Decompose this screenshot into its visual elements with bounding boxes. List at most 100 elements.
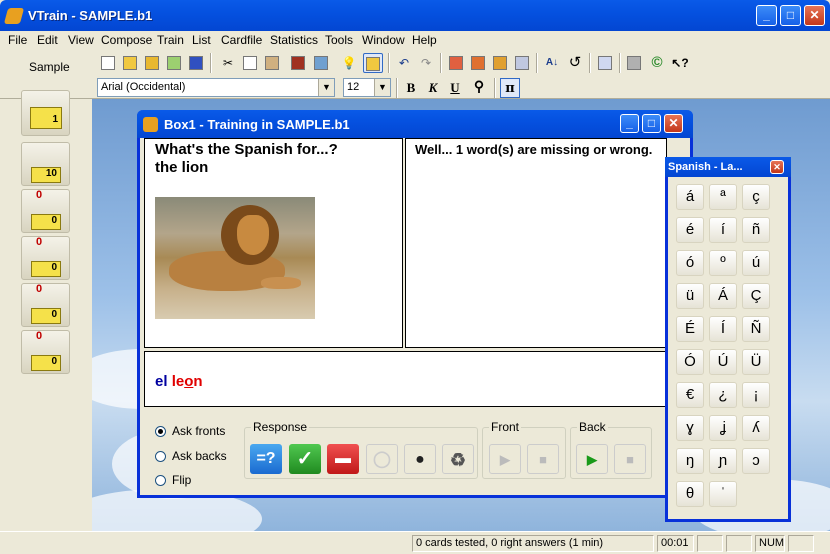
menu-statistics[interactable]: Statistics <box>270 33 318 47</box>
training-maximize-button[interactable]: □ <box>642 114 661 133</box>
menu-train[interactable]: Train <box>157 33 184 47</box>
find-card-icon[interactable] <box>490 53 510 73</box>
answer-input[interactable]: el leon <box>144 351 667 407</box>
context-help-icon[interactable]: ↖? <box>670 53 690 73</box>
char-button[interactable]: ¿ <box>709 382 737 408</box>
menu-help[interactable]: Help <box>412 33 437 47</box>
cut-icon[interactable]: ✂ <box>218 53 238 73</box>
char-button[interactable]: Ü <box>742 349 770 375</box>
menu-view[interactable]: View <box>68 33 94 47</box>
menu-cardfile[interactable]: Cardfile <box>221 33 262 47</box>
import-icon[interactable] <box>164 53 184 73</box>
new-file-icon[interactable] <box>98 53 118 73</box>
front-stop-button[interactable]: ■ <box>527 444 559 474</box>
box-6[interactable]: 0 0 <box>21 330 70 374</box>
menu-file[interactable]: File <box>8 33 27 47</box>
menu-compose[interactable]: Compose <box>101 33 152 47</box>
refresh-icon[interactable]: ↺ <box>565 53 585 73</box>
char-button[interactable]: ª <box>709 184 737 210</box>
sort-az-icon[interactable]: A↓ <box>542 53 562 73</box>
char-button[interactable]: ʝ <box>709 415 737 441</box>
char-button[interactable]: ŋ <box>676 448 704 474</box>
ask-answer-button[interactable]: =? <box>250 444 282 474</box>
char-button[interactable]: ɔ <box>742 448 770 474</box>
char-button[interactable]: ñ <box>742 217 770 243</box>
copyright-icon[interactable]: © <box>647 53 667 73</box>
close-button[interactable]: ✕ <box>804 5 825 26</box>
char-button[interactable]: Ç <box>742 283 770 309</box>
training-icon[interactable] <box>363 53 383 73</box>
menu-list[interactable]: List <box>192 33 211 47</box>
training-titlebar[interactable]: Box1 - Training in SAMPLE.b1 _ □ ✕ <box>137 110 693 138</box>
lightbulb-icon[interactable]: 💡 <box>339 53 359 73</box>
print-icon[interactable] <box>624 53 644 73</box>
char-button[interactable]: Ó <box>676 349 704 375</box>
underline-button[interactable]: U <box>445 78 465 98</box>
box-5[interactable]: 0 0 <box>21 283 70 327</box>
char-button[interactable]: ç <box>742 184 770 210</box>
wrong-button[interactable]: ▬ <box>327 444 359 474</box>
menu-window[interactable]: Window <box>362 33 405 47</box>
window-icon[interactable] <box>512 53 532 73</box>
char-button[interactable]: ˈ <box>709 481 737 507</box>
open-folder-icon[interactable] <box>142 53 162 73</box>
char-button[interactable]: á <box>676 184 704 210</box>
mode-ask-fronts[interactable]: Ask fronts <box>155 424 225 438</box>
char-button[interactable]: ¡ <box>742 382 770 408</box>
menu-edit[interactable]: Edit <box>37 33 58 47</box>
char-button[interactable]: ʎ <box>742 415 770 441</box>
italic-button[interactable]: K <box>423 78 443 98</box>
hint-lightbulb-button[interactable]: ◯ <box>366 444 398 474</box>
char-button[interactable]: ó <box>676 250 704 276</box>
char-button[interactable]: Ú <box>709 349 737 375</box>
char-button[interactable]: É <box>676 316 704 342</box>
chevron-down-icon[interactable]: ▼ <box>318 79 334 96</box>
char-button[interactable]: ɲ <box>709 448 737 474</box>
char-button[interactable]: € <box>676 382 704 408</box>
check-card-icon[interactable] <box>468 53 488 73</box>
radio-checked[interactable] <box>155 426 166 437</box>
export-icon[interactable] <box>595 53 615 73</box>
char-button[interactable]: ú <box>742 250 770 276</box>
recycle-button[interactable]: ♻ <box>442 444 474 474</box>
bold-button[interactable]: B <box>401 78 421 98</box>
edit-card-icon[interactable] <box>446 53 466 73</box>
back-play-button[interactable]: ▶ <box>576 444 608 474</box>
char-button[interactable]: ü <box>676 283 704 309</box>
picture-icon[interactable] <box>311 53 331 73</box>
box-2[interactable]: 10 <box>21 142 70 186</box>
box-3[interactable]: 0 0 <box>21 189 70 233</box>
char-button[interactable]: º <box>709 250 737 276</box>
training-minimize-button[interactable]: _ <box>620 114 639 133</box>
open-file-icon[interactable] <box>120 53 140 73</box>
copy-icon[interactable] <box>240 53 260 73</box>
cardbook-icon[interactable] <box>288 53 308 73</box>
char-button[interactable]: Á <box>709 283 737 309</box>
box-1[interactable]: 1 <box>21 90 70 136</box>
front-play-button[interactable]: ▶ <box>489 444 521 474</box>
chevron-down-icon[interactable]: ▼ <box>374 79 390 96</box>
mode-ask-backs[interactable]: Ask backs <box>155 449 227 463</box>
save-all-icon[interactable] <box>186 53 206 73</box>
app-titlebar[interactable]: VTrain - SAMPLE.b1 _ □ ✕ <box>0 0 830 31</box>
keyhole-button[interactable]: ● <box>404 444 436 474</box>
menu-tools[interactable]: Tools <box>325 33 353 47</box>
palette-titlebar[interactable]: Spanish - La... ✕ <box>665 157 791 177</box>
char-button[interactable]: é <box>676 217 704 243</box>
char-button[interactable]: ɣ <box>676 415 704 441</box>
char-button[interactable]: Í <box>709 316 737 342</box>
char-button[interactable]: θ <box>676 481 704 507</box>
palette-close-button[interactable]: ✕ <box>770 160 784 174</box>
paste-icon[interactable] <box>262 53 282 73</box>
box-4[interactable]: 0 0 <box>21 236 70 280</box>
back-stop-button[interactable]: ■ <box>614 444 646 474</box>
char-button[interactable]: Ñ <box>742 316 770 342</box>
mode-flip[interactable]: Flip <box>155 473 191 487</box>
minimize-button[interactable]: _ <box>756 5 777 26</box>
maximize-button[interactable]: □ <box>780 5 801 26</box>
training-close-button[interactable]: ✕ <box>664 114 683 133</box>
font-size-select[interactable]: 12 ▼ <box>343 78 391 97</box>
special-chars-button[interactable]: π <box>500 78 520 98</box>
radio-unchecked[interactable] <box>155 475 166 486</box>
font-select[interactable]: Arial (Occidental) ▼ <box>97 78 335 97</box>
